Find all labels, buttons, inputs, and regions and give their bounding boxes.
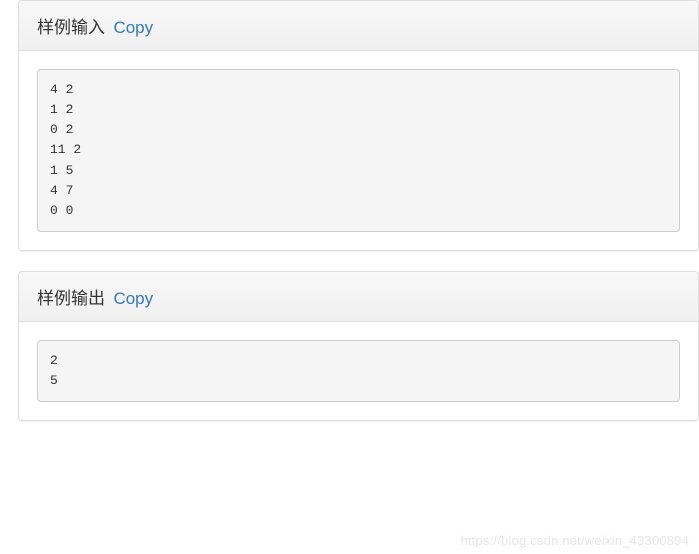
sample-input-body: 4 2 1 2 0 2 11 2 1 5 4 7 0 0 xyxy=(19,51,698,250)
sample-output-title: 样例输出 xyxy=(37,289,105,308)
sample-output-header: 样例输出 Copy xyxy=(19,272,698,322)
sample-input-code[interactable]: 4 2 1 2 0 2 11 2 1 5 4 7 0 0 xyxy=(37,69,680,232)
watermark-text: https://blog.csdn.net/weixin_43300894 xyxy=(460,533,689,548)
sample-output-panel: 样例输出 Copy 2 5 xyxy=(18,271,699,421)
sample-input-title: 样例输入 xyxy=(37,18,105,37)
copy-button[interactable]: Copy xyxy=(113,18,153,37)
sample-output-body: 2 5 xyxy=(19,322,698,420)
sample-output-code[interactable]: 2 5 xyxy=(37,340,680,402)
sample-input-panel: 样例输入 Copy 4 2 1 2 0 2 11 2 1 5 4 7 0 0 xyxy=(18,0,699,251)
sample-input-header: 样例输入 Copy xyxy=(19,1,698,51)
copy-button[interactable]: Copy xyxy=(113,289,153,308)
